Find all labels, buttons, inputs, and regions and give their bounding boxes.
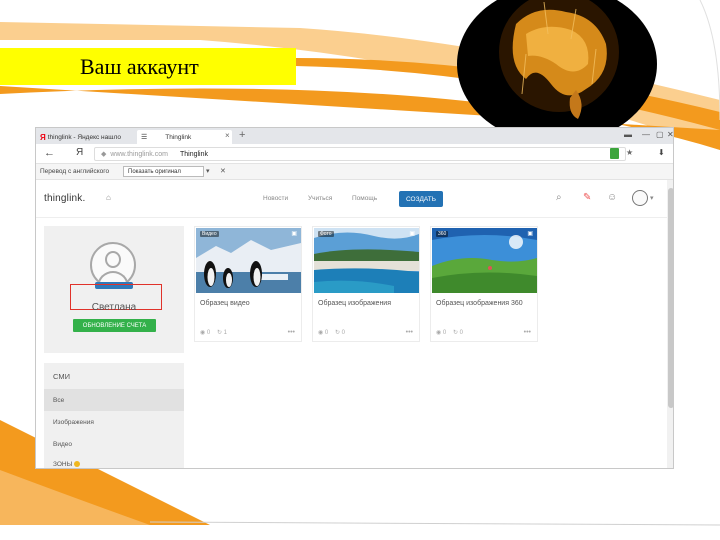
penguins-image	[196, 228, 301, 293]
maximize-icon[interactable]: ▢	[656, 130, 664, 139]
card-stats: ◉ 0 ↻ 0	[436, 329, 463, 336]
url-page-title: Thinglink	[179, 150, 208, 158]
profile-name: Светлана	[91, 302, 137, 313]
card-stats: ◉ 0 ↻ 0	[318, 329, 345, 336]
avatar-head	[105, 251, 121, 268]
download-icon[interactable]: ⬇	[658, 148, 665, 157]
user-avatar[interactable]	[632, 190, 648, 206]
tab-thinglink[interactable]: ☰ Thinglink	[137, 130, 232, 144]
create-button[interactable]: СОЗДАТЬ	[399, 191, 443, 207]
yandex-icon: Я	[40, 132, 46, 142]
address-bar: ← Я ◆ www.thinglink.com Thinglink ★ ⬇	[36, 144, 673, 164]
views-icon: ◉	[318, 330, 324, 336]
shares-icon: ↻	[216, 330, 222, 336]
profile-card: Светлана ОБНОВЛЕНИЕ СЧЕТА	[44, 226, 184, 353]
tab-bar: Я thinglink - Яндекс нашло ☰ Thinglink ×…	[36, 128, 673, 144]
nav-learn[interactable]: Учиться	[308, 195, 332, 202]
card-badge: Фото	[318, 231, 334, 237]
more-options-icon[interactable]: •••	[524, 329, 531, 336]
chevron-down-icon[interactable]: ▾	[650, 194, 654, 202]
page-scrollbar[interactable]	[667, 180, 673, 468]
url-field[interactable]: ◆ www.thinglink.com Thinglink	[94, 147, 626, 161]
url-domain: www.thinglink.com	[110, 150, 168, 158]
thinglink-logo[interactable]: thinglink.	[44, 193, 85, 204]
card-title[interactable]: Образец видео	[200, 299, 300, 308]
filter-zones[interactable]: ЗОНЫ	[44, 453, 184, 468]
translate-label: Перевод с английского	[40, 168, 110, 175]
browser-screenshot: Я thinglink - Яндекс нашло ☰ Thinglink ×…	[35, 127, 674, 469]
upgrade-account-button[interactable]: ОБНОВЛЕНИЕ СЧЕТА	[73, 319, 156, 332]
new-tab-icon[interactable]: +	[239, 129, 245, 141]
shares-icon: ↻	[452, 330, 458, 336]
video-type-icon: ▣	[291, 231, 297, 237]
more-options-icon[interactable]: •••	[406, 329, 413, 336]
back-arrow-icon[interactable]: ←	[44, 147, 55, 159]
slide-title: Ваш аккаунт	[0, 48, 296, 85]
shares-count: 1	[223, 330, 227, 336]
scroll-thumb[interactable]	[668, 188, 673, 408]
card-title[interactable]: Образец изображения 360	[436, 299, 536, 308]
globe-image	[457, 0, 657, 144]
show-original-button[interactable]: Показать оригинал	[123, 166, 204, 177]
card-thumbnail[interactable]: Фото ▣	[314, 228, 419, 293]
translate-bar: Перевод с английского Показать оригинал …	[36, 164, 673, 180]
close-icon[interactable]: ✕	[220, 167, 226, 175]
bookmark-star-icon[interactable]: ★	[626, 148, 633, 157]
card-title[interactable]: Образец изображения	[318, 299, 418, 308]
card-badge: Видео	[200, 231, 219, 237]
card-thumbnail[interactable]: 360 ▣	[432, 228, 537, 293]
thinglink-favicon-icon: ☰	[141, 134, 148, 141]
shares-count: 0	[341, 330, 345, 336]
notifications-icon[interactable]: ☺	[607, 192, 617, 203]
minimize-icon[interactable]: ▬	[624, 130, 632, 139]
minimize-window-icon[interactable]: —	[642, 130, 650, 139]
emoji-icon	[74, 461, 81, 467]
shares-icon: ↻	[334, 330, 340, 336]
filter-heading: СМИ	[53, 372, 70, 381]
close-window-icon[interactable]: ✕	[667, 130, 673, 139]
nav-news[interactable]: Новости	[263, 195, 288, 202]
card-thumbnail[interactable]: Видео ▣	[196, 228, 301, 293]
coast-image	[314, 228, 419, 293]
shares-count: 0	[459, 330, 463, 336]
search-icon[interactable]: ⌕	[556, 192, 562, 203]
filter-label: Все	[53, 396, 65, 404]
media-card-video[interactable]: Видео ▣ Образец видео ◉ 0 ↻ 1 •••	[194, 226, 302, 342]
chevron-down-icon[interactable]: ▾	[206, 167, 210, 175]
views-count: 0	[442, 330, 447, 336]
extension-icon[interactable]	[610, 148, 619, 159]
nav-help[interactable]: Помощь	[352, 195, 377, 202]
close-tab-icon[interactable]: ×	[225, 131, 230, 140]
media-card-360[interactable]: 360 ▣ Образец изображения 360 ◉ 0 ↻ 0 ••…	[430, 226, 538, 342]
filter-video[interactable]: Видео	[44, 433, 184, 455]
edit-pen-icon[interactable]: ✎	[583, 192, 591, 203]
filter-images[interactable]: Изображения	[44, 411, 184, 433]
image-type-icon: ▣	[409, 231, 415, 237]
panorama-image	[432, 228, 537, 293]
media-card-image[interactable]: Фото ▣ Образец изображения ◉ 0 ↻ 0 •••	[312, 226, 420, 342]
filter-label: ЗОНЫ	[53, 460, 73, 468]
yandex-home-icon[interactable]: Я	[76, 147, 83, 158]
tab-yandex[interactable]: Я thinglink - Яндекс нашло	[36, 130, 136, 144]
more-options-icon[interactable]: •••	[288, 329, 295, 336]
filter-label: Изображения	[53, 418, 94, 426]
views-count: 0	[206, 330, 211, 336]
media-filter-card: СМИ Все Изображения Видео ЗОНЫ	[44, 363, 184, 468]
views-icon: ◉	[200, 330, 206, 336]
views-icon: ◉	[436, 330, 442, 336]
site-header: thinglink. ⌂ Новости Учиться Помощь СОЗД…	[36, 180, 667, 218]
tab-label: Thinglink	[165, 133, 192, 141]
panorama-type-icon: ▣	[527, 231, 533, 237]
card-stats: ◉ 0 ↻ 1	[200, 329, 227, 336]
card-badge: 360	[436, 231, 449, 237]
filter-label: Видео	[53, 440, 72, 448]
chevron-down-icon[interactable]: ⌂	[106, 193, 111, 202]
views-count: 0	[324, 330, 329, 336]
filter-all[interactable]: Все	[44, 389, 184, 411]
lock-icon: ◆	[101, 151, 107, 158]
tab-label: thinglink - Яндекс нашло	[47, 133, 121, 141]
